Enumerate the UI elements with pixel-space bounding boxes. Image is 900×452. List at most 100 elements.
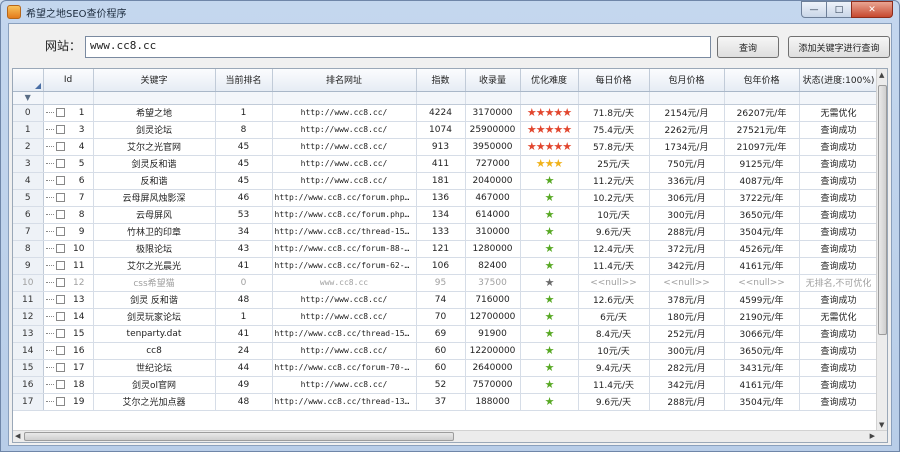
filter-cell[interactable] xyxy=(272,91,417,105)
table-row[interactable]: 5 7 云母屏风烛影深 46 http://www.cc8.cc/forum.php?m… xyxy=(13,189,879,207)
column-header[interactable]: 包年价格 xyxy=(724,69,800,92)
table-row[interactable]: 13 15 tenparty.dat 41 http://www.cc8.cc/thre… xyxy=(13,325,879,343)
row-checkbox[interactable] xyxy=(55,107,65,117)
close-button[interactable]: ✕ xyxy=(851,1,893,18)
row-checkbox[interactable] xyxy=(55,243,65,253)
filter-cell[interactable] xyxy=(215,91,273,105)
row-checkbox[interactable] xyxy=(55,260,65,270)
table-row[interactable]: 6 8 云母屏风 53 http://www.cc8.cc/forum.php?m...… xyxy=(13,206,879,224)
filter-icon[interactable]: ▼ xyxy=(13,91,44,105)
id-cell[interactable]: 18 xyxy=(43,376,94,394)
url-cell: http://www.cc8.cc/forum.php?m... xyxy=(272,206,417,224)
scroll-right-icon[interactable]: ▶ xyxy=(870,432,875,440)
filter-cell[interactable] xyxy=(799,91,879,105)
id-cell[interactable]: 7 xyxy=(43,189,94,207)
maximize-button[interactable]: □ xyxy=(826,1,852,18)
filter-cell[interactable] xyxy=(93,91,216,105)
row-checkbox[interactable] xyxy=(55,311,65,321)
add-keyword-button[interactable]: 添加关键字进行查询 xyxy=(788,36,890,58)
id-cell[interactable]: 9 xyxy=(43,223,94,241)
row-checkbox[interactable] xyxy=(55,124,65,134)
id-cell[interactable]: 6 xyxy=(43,172,94,190)
id-cell[interactable]: 5 xyxy=(43,155,94,173)
column-header[interactable]: Id xyxy=(43,69,94,92)
filter-cell[interactable] xyxy=(43,91,94,105)
column-header[interactable]: 当前排名 xyxy=(215,69,273,92)
table-row[interactable]: 0 1 希望之地 1 http://www.cc8.cc/4224 3170000 ★★★★… xyxy=(13,104,879,122)
id-cell[interactable]: 16 xyxy=(43,342,94,360)
url-cell: http://www.cc8.cc/forum-88-1... xyxy=(272,240,417,258)
horizontal-scrollbar[interactable]: ◀ ▶ xyxy=(13,430,887,442)
table-row[interactable]: 12 14 剑灵玩家论坛 1 http://www.cc8.cc/70 12700000 ★… xyxy=(13,308,879,326)
table-row[interactable]: 1 3 剑灵论坛 8 http://www.cc8.cc/1074 25900000 ★★★… xyxy=(13,121,879,139)
row-checkbox[interactable] xyxy=(55,362,65,372)
row-checkbox[interactable] xyxy=(55,328,65,338)
id-cell[interactable]: 4 xyxy=(43,138,94,156)
id-cell[interactable]: 19 xyxy=(43,393,94,411)
column-header[interactable]: 排名网址 xyxy=(272,69,417,92)
site-input[interactable]: www.cc8.cc xyxy=(85,36,711,58)
corner-header[interactable] xyxy=(13,69,44,92)
scroll-left-icon[interactable]: ◀ xyxy=(15,432,20,440)
daily-price-cell: 8.4元/天 xyxy=(578,325,650,343)
row-checkbox[interactable] xyxy=(55,379,65,389)
row-checkbox[interactable] xyxy=(55,209,65,219)
id-cell[interactable]: 1 xyxy=(43,104,94,122)
result-grid[interactable]: Id 关键字 当前排名 排名网址 指数 收录量 优化难度 每日价格 包月价格 包年价格 状态(进度:… xyxy=(12,68,888,443)
filter-cell[interactable] xyxy=(416,91,466,105)
minimize-button[interactable]: — xyxy=(801,1,827,18)
table-row[interactable]: 9 11 艾尔之光晨光 41 http://www.cc8.cc/forum-62-1.… xyxy=(13,257,879,275)
filter-cell[interactable] xyxy=(465,91,521,105)
table-row[interactable]: 10 12 css希望猫 0 www.cc8.cc 95 37500 ★ <<null>> <<n… xyxy=(13,274,879,292)
row-checkbox[interactable] xyxy=(55,277,65,287)
column-header[interactable]: 状态(进度:100%) xyxy=(799,69,879,92)
row-checkbox[interactable] xyxy=(55,396,65,406)
column-header[interactable]: 关键字 xyxy=(93,69,216,92)
column-header[interactable]: 优化难度 xyxy=(520,69,579,92)
title-bar[interactable]: 希望之地SEO查价程序 — □ ✕ xyxy=(1,1,899,23)
id-cell[interactable]: 15 xyxy=(43,325,94,343)
id-cell[interactable]: 14 xyxy=(43,308,94,326)
id-cell[interactable]: 13 xyxy=(43,291,94,309)
table-row[interactable]: 16 18 剑灵ol官网 49 http://www.cc8.cc/52 7570000 ★… xyxy=(13,376,879,394)
id-cell[interactable]: 8 xyxy=(43,206,94,224)
column-header[interactable]: 每日价格 xyxy=(578,69,650,92)
filter-cell[interactable] xyxy=(724,91,800,105)
scroll-up-icon[interactable]: ▲ xyxy=(879,71,884,79)
filter-cell[interactable] xyxy=(578,91,650,105)
column-header[interactable]: 包月价格 xyxy=(649,69,725,92)
query-button[interactable]: 查询 xyxy=(717,36,779,58)
filter-row[interactable]: ▼ xyxy=(13,91,879,105)
id-cell[interactable]: 11 xyxy=(43,257,94,275)
row-checkbox[interactable] xyxy=(55,175,65,185)
id-cell[interactable]: 3 xyxy=(43,121,94,139)
column-header[interactable]: 收录量 xyxy=(465,69,521,92)
row-checkbox[interactable] xyxy=(55,192,65,202)
table-row[interactable]: 11 13 剑灵 反和谐 48 http://www.cc8.cc/74 716000 ★ 1… xyxy=(13,291,879,309)
row-checkbox[interactable] xyxy=(55,345,65,355)
indexed-cell: 25900000 xyxy=(465,121,521,139)
vertical-scroll-thumb[interactable] xyxy=(878,85,887,335)
table-row[interactable]: 8 10 极限论坛 43 http://www.cc8.cc/forum-88-1...… xyxy=(13,240,879,258)
table-row[interactable]: 3 5 剑灵反和谐 45 http://www.cc8.cc/411 727000 ★★★ 2… xyxy=(13,155,879,173)
scroll-down-icon[interactable]: ▼ xyxy=(879,421,884,429)
row-checkbox[interactable] xyxy=(55,294,65,304)
table-row[interactable]: 14 16 cc8 24 http://www.cc8.cc/60 12200000 ★ 10… xyxy=(13,342,879,360)
id-cell[interactable]: 12 xyxy=(43,274,94,292)
column-header[interactable]: 指数 xyxy=(416,69,466,92)
table-row[interactable]: 2 4 艾尔之光官网 45 http://www.cc8.cc/913 3950000 ★★… xyxy=(13,138,879,156)
horizontal-scroll-thumb[interactable] xyxy=(24,432,454,441)
row-checkbox[interactable] xyxy=(55,141,65,151)
vertical-scrollbar[interactable]: ▲ ▼ xyxy=(876,69,887,431)
table-row[interactable]: 17 19 艾尔之光加点器 48 http://www.cc8.cc/thread-13… xyxy=(13,393,879,411)
filter-cell[interactable] xyxy=(520,91,579,105)
table-row[interactable]: 15 17 世纪论坛 44 http://www.cc8.cc/forum-70-1..… xyxy=(13,359,879,377)
filter-cell[interactable] xyxy=(649,91,725,105)
id-cell[interactable]: 10 xyxy=(43,240,94,258)
table-row[interactable]: 4 6 反和谐 45 http://www.cc8.cc/181 2040000 ★ 11.2… xyxy=(13,172,879,190)
table-row[interactable]: 7 9 竹林卫的印章 34 http://www.cc8.cc/thread-1581.… xyxy=(13,223,879,241)
yearly-price-cell: 3650元/年 xyxy=(724,206,800,224)
row-checkbox[interactable] xyxy=(55,226,65,236)
row-checkbox[interactable] xyxy=(55,158,65,168)
id-cell[interactable]: 17 xyxy=(43,359,94,377)
